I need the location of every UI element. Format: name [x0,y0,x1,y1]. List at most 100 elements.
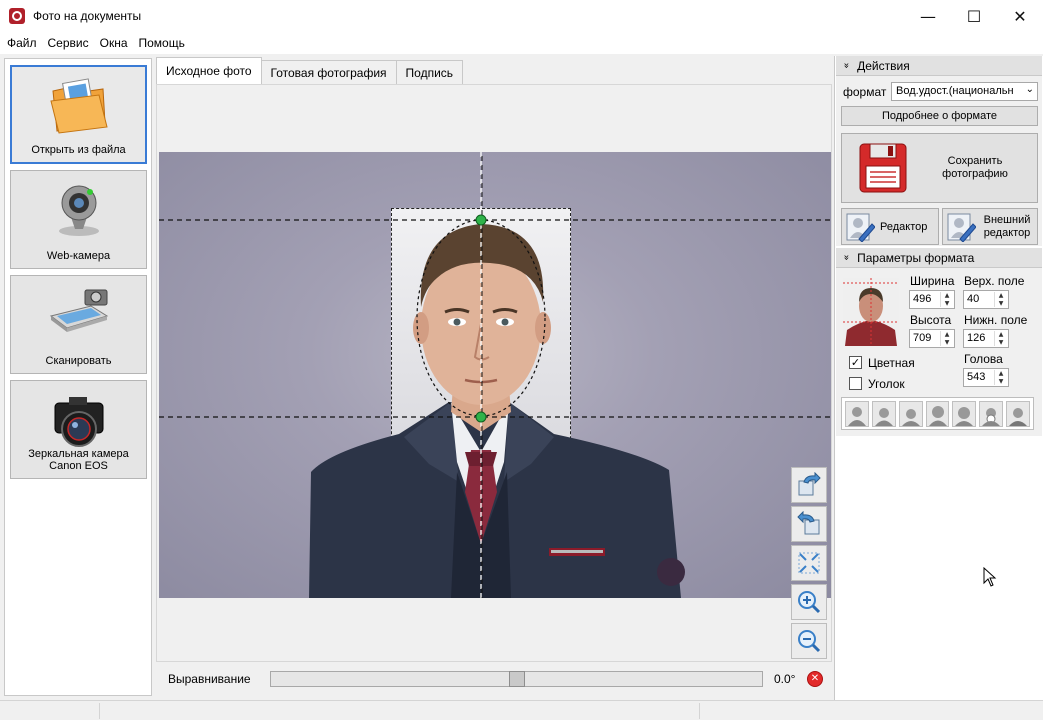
face-preset-button[interactable] [979,400,1004,427]
rotate-left-icon [797,511,820,535]
tab-signature[interactable]: Подпись [395,60,464,84]
save-photo-label: Сохранить фотографию [942,155,1008,180]
open-file-label: Открыть из файла [31,144,126,156]
stepper-arrows[interactable]: ▲ ▼ [994,292,1007,307]
status-bar [0,700,1043,720]
status-cell [100,703,700,719]
menu-windows[interactable]: Окна [94,32,133,54]
source-photo[interactable] [159,152,831,598]
stepper-arrows[interactable]: ▲ ▼ [994,331,1007,346]
menu-file[interactable]: Файл [1,32,42,54]
app-icon [9,8,25,24]
bottom-margin-stepper[interactable]: 126 ▲ ▼ [963,329,1009,348]
editor-button[interactable]: Редактор [841,208,939,245]
maximize-button[interactable]: ☐ [951,0,997,32]
minimize-button[interactable]: — [905,0,951,32]
face-preset-button[interactable] [925,400,950,427]
menu-help[interactable]: Помощь [133,32,190,54]
photo-work-area [156,84,832,662]
floppy-disk-icon [859,143,907,193]
save-photo-button[interactable]: Сохранить фотографию [841,133,1038,203]
format-params-section-header[interactable]: » Параметры формата [836,248,1042,268]
external-editor-label: Внешний редактор [983,214,1031,239]
zoom-out-button[interactable] [791,623,827,659]
chevron-down-icon: ⌄ [1023,84,1034,95]
height-value: 709 [913,332,932,344]
stepper-arrows[interactable]: ▲ ▼ [940,331,953,346]
format-params-section: Ширина 496 ▲ ▼ Верх. поле 40 ▲ ▼ Высота 70… [836,268,1042,436]
face-preset-button[interactable] [898,400,923,427]
width-label: Ширина [910,274,955,288]
actions-section-header[interactable]: » Действия [836,56,1042,76]
face-preset-button[interactable] [952,400,977,427]
folder-icon [49,78,108,134]
external-editor-button[interactable]: Внешний редактор [942,208,1038,245]
fit-to-window-button[interactable] [791,545,827,581]
mouse-cursor-icon [983,567,997,587]
height-stepper[interactable]: 709 ▲ ▼ [909,329,955,348]
bottom-margin-value: 126 [967,332,986,344]
reset-alignment-button[interactable]: ✕ [807,671,823,687]
face-position-presets [841,397,1034,430]
format-params-header-label: Параметры формата [857,250,975,265]
color-checkbox[interactable]: ✓ [849,356,862,369]
menu-bar: Файл Сервис Окна Помощь [0,32,1043,54]
webcam-icon [58,185,99,236]
tab-ready-photo[interactable]: Готовая фотография [260,60,397,84]
canon-eos-button[interactable]: Зеркальная камера Canon EOS [10,380,147,479]
scanner-icon [49,289,108,332]
right-panel: » Действия формат Вод.удост.(национальн … [834,56,1043,700]
person-image [159,152,831,598]
status-cell [0,703,100,719]
face-preset-button[interactable] [1006,400,1031,427]
title-bar: Фото на документы — ☐ ✕ [0,0,1043,32]
editor-icon [846,213,875,242]
face-preset-icon [847,406,866,426]
source-panel: Открыть из файла Web-камера Сканировать [4,58,152,696]
scan-button[interactable]: Сканировать [10,275,147,374]
width-value: 496 [913,293,932,305]
face-preset-icon [874,407,893,426]
face-preset-icon [1009,407,1028,426]
zoom-in-icon [798,591,821,614]
rotate-right-button[interactable] [791,467,827,503]
face-preset-icon [982,407,1001,426]
alignment-slider[interactable] [270,671,763,687]
top-margin-stepper[interactable]: 40 ▲ ▼ [963,290,1009,309]
tab-source-photo[interactable]: Исходное фото [156,57,262,84]
alignment-value: 0.0° [774,672,796,686]
rotate-right-icon [798,472,821,496]
width-stepper[interactable]: 496 ▲ ▼ [909,290,955,309]
face-preset-icon [955,406,974,426]
close-button[interactable]: ✕ [997,0,1043,32]
rotate-left-button[interactable] [791,506,827,542]
window-controls: — ☐ ✕ [905,0,1043,32]
actions-header-label: Действия [857,58,910,73]
top-margin-label: Верх. поле [964,274,1025,288]
face-preset-icon [928,405,947,426]
head-label: Голова [964,352,1003,366]
format-label: формат [843,85,887,99]
stepper-arrows[interactable]: ▲ ▼ [994,370,1007,385]
editor-label: Редактор [880,221,928,233]
canon-eos-label: Зеркальная камера Canon EOS [28,448,129,472]
format-select[interactable]: Вод.удост.(национальн ⌄ [891,82,1038,101]
dslr-camera-icon [54,397,103,447]
alignment-label: Выравнивание [168,672,251,686]
zoom-in-button[interactable] [791,584,827,620]
external-editor-icon [947,213,976,242]
corner-checkbox[interactable] [849,377,862,390]
alignment-row: Выравнивание 0.0° ✕ [156,664,832,694]
top-margin-value: 40 [967,293,980,305]
stepper-arrows[interactable]: ▲ ▼ [940,292,953,307]
alignment-slider-thumb[interactable] [508,671,525,687]
face-preset-button[interactable] [845,400,869,427]
actions-section: формат Вод.удост.(национальн ⌄ Подробнее… [836,76,1042,246]
open-file-button[interactable]: Открыть из файла [10,65,147,164]
scan-label: Сканировать [45,355,112,367]
webcam-button[interactable]: Web-камера [10,170,147,269]
format-details-button[interactable]: Подробнее о формате [841,106,1038,126]
head-stepper[interactable]: 543 ▲ ▼ [963,368,1009,387]
face-preset-button[interactable] [871,400,896,427]
menu-service[interactable]: Сервис [42,32,94,54]
